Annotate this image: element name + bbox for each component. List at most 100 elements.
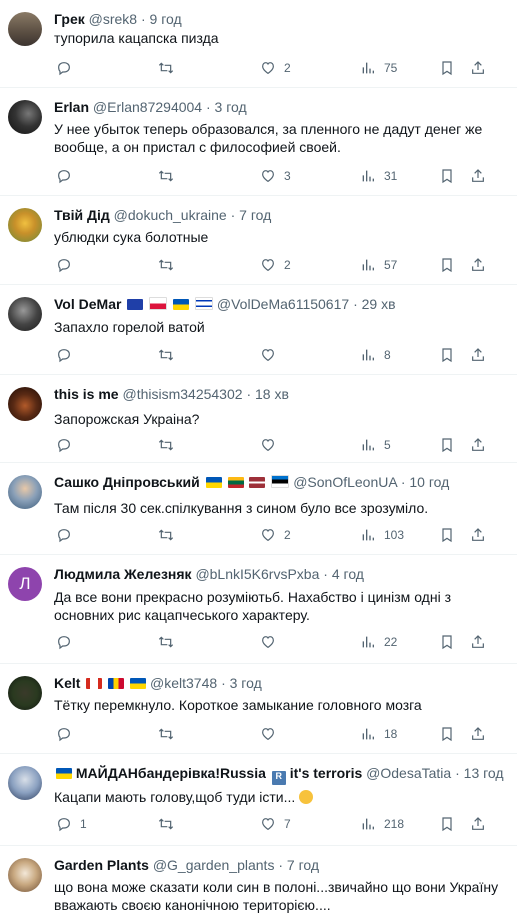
reply-button[interactable] bbox=[56, 168, 80, 184]
author-name[interactable]: Erlan bbox=[54, 99, 89, 115]
avatar[interactable]: Л bbox=[8, 567, 42, 601]
timestamp[interactable]: 29 хв bbox=[362, 296, 396, 312]
like-button[interactable]: 2 bbox=[260, 527, 291, 543]
reply-tweet[interactable]: Erlan @Erlan87294004 · 3 год У нее убыто… bbox=[0, 88, 517, 196]
retweet-button[interactable] bbox=[158, 726, 182, 742]
like-button[interactable] bbox=[260, 634, 284, 650]
avatar[interactable] bbox=[8, 858, 42, 892]
reply-button[interactable] bbox=[56, 726, 80, 742]
views-button[interactable]: 103 bbox=[360, 527, 404, 543]
reply-button[interactable] bbox=[56, 60, 80, 76]
bookmark-button[interactable] bbox=[439, 634, 455, 650]
share-button[interactable] bbox=[470, 347, 486, 363]
share-button[interactable] bbox=[470, 257, 486, 273]
views-button[interactable]: 57 bbox=[360, 257, 397, 273]
retweet-button[interactable] bbox=[158, 60, 182, 76]
timestamp[interactable]: 7 год bbox=[287, 857, 319, 873]
reply-tweet[interactable]: Л Людмила Железняк @bLnkI5K6rvsPxba · 4 … bbox=[0, 555, 517, 664]
author-handle[interactable]: @bLnkI5K6rvsPxba bbox=[195, 566, 319, 582]
reply-tweet[interactable]: Сашко Дніпровський @SonOfLeonUA · 10 год… bbox=[0, 463, 517, 555]
author-name[interactable]: Грек bbox=[54, 11, 85, 27]
reply-button[interactable] bbox=[56, 437, 80, 453]
reply-tweet[interactable]: Грек @srek8 · 9 год тупорила кацапска пи… bbox=[0, 0, 517, 88]
author-name[interactable]: МАЙДАНбандерівка!Russia bbox=[76, 765, 266, 781]
like-button[interactable]: 2 bbox=[260, 257, 291, 273]
reply-button[interactable] bbox=[56, 257, 80, 273]
like-button[interactable]: 7 bbox=[260, 816, 291, 832]
timestamp[interactable]: 18 хв bbox=[255, 386, 289, 402]
author-name[interactable]: Vol DeMar bbox=[54, 296, 121, 312]
reply-button[interactable] bbox=[56, 634, 80, 650]
like-button[interactable]: 3 bbox=[260, 168, 291, 184]
author-name[interactable]: Сашко Дніпровський bbox=[54, 474, 200, 490]
share-button[interactable] bbox=[470, 60, 486, 76]
like-button[interactable] bbox=[260, 437, 284, 453]
views-button[interactable]: 31 bbox=[360, 168, 397, 184]
timestamp[interactable]: 3 год bbox=[230, 675, 262, 691]
like-button[interactable]: 2 bbox=[260, 60, 291, 76]
reply-tweet[interactable]: Vol DeMar @VolDeMa61150617 · 29 хв Запах… bbox=[0, 285, 517, 375]
views-button[interactable]: 18 bbox=[360, 726, 397, 742]
author-handle[interactable]: @thisism34254302 bbox=[122, 386, 242, 402]
bookmark-button[interactable] bbox=[439, 347, 455, 363]
share-button[interactable] bbox=[470, 437, 486, 453]
views-button[interactable]: 8 bbox=[360, 347, 391, 363]
author-name[interactable]: Garden Plants bbox=[54, 857, 149, 873]
share-button[interactable] bbox=[470, 527, 486, 543]
retweet-button[interactable] bbox=[158, 634, 182, 650]
bookmark-button[interactable] bbox=[439, 726, 455, 742]
like-button[interactable] bbox=[260, 347, 284, 363]
timestamp[interactable]: 13 год bbox=[464, 765, 504, 781]
bookmark-button[interactable] bbox=[439, 257, 455, 273]
reply-tweet[interactable]: МАЙДАНбандерівка!Russia R it's terroris … bbox=[0, 754, 517, 846]
views-button[interactable]: 5 bbox=[360, 437, 391, 453]
avatar[interactable] bbox=[8, 387, 42, 421]
timestamp[interactable]: 4 год bbox=[332, 566, 364, 582]
avatar[interactable] bbox=[8, 208, 42, 242]
retweet-button[interactable] bbox=[158, 527, 182, 543]
reply-tweet[interactable]: this is me @thisism34254302 · 18 хв Запо… bbox=[0, 375, 517, 463]
avatar[interactable] bbox=[8, 12, 42, 46]
timestamp[interactable]: 10 год bbox=[409, 474, 449, 490]
author-handle[interactable]: @kelt3748 bbox=[150, 675, 217, 691]
like-button[interactable] bbox=[260, 726, 284, 742]
reply-tweet[interactable]: Garden Plants @G_garden_plants · 7 год щ… bbox=[0, 846, 517, 920]
timestamp[interactable]: 7 год bbox=[239, 207, 271, 223]
reply-button[interactable] bbox=[56, 527, 80, 543]
avatar[interactable] bbox=[8, 676, 42, 710]
retweet-button[interactable] bbox=[158, 437, 182, 453]
author-handle[interactable]: @dokuch_ukraine bbox=[114, 207, 227, 223]
author-handle[interactable]: @Erlan87294004 bbox=[93, 99, 202, 115]
bookmark-button[interactable] bbox=[439, 168, 455, 184]
author-handle[interactable]: @VolDeMa61150617 bbox=[217, 296, 349, 312]
bookmark-button[interactable] bbox=[439, 816, 455, 832]
share-button[interactable] bbox=[470, 168, 486, 184]
share-button[interactable] bbox=[470, 634, 486, 650]
timestamp[interactable]: 3 год bbox=[215, 99, 247, 115]
avatar[interactable] bbox=[8, 766, 42, 800]
views-button[interactable]: 22 bbox=[360, 634, 397, 650]
author-handle[interactable]: @srek8 bbox=[89, 11, 137, 27]
reply-button[interactable] bbox=[56, 347, 80, 363]
author-name-suffix[interactable]: it's terroris bbox=[290, 765, 363, 781]
author-handle[interactable]: @SonOfLeonUA bbox=[293, 474, 397, 490]
avatar[interactable] bbox=[8, 100, 42, 134]
avatar[interactable] bbox=[8, 475, 42, 509]
retweet-button[interactable] bbox=[158, 816, 182, 832]
retweet-button[interactable] bbox=[158, 257, 182, 273]
views-button[interactable]: 218 bbox=[360, 816, 404, 832]
author-name[interactable]: Kelt bbox=[54, 675, 80, 691]
avatar[interactable] bbox=[8, 297, 42, 331]
bookmark-button[interactable] bbox=[439, 60, 455, 76]
author-name[interactable]: Людмила Железняк bbox=[54, 566, 192, 582]
author-handle[interactable]: @G_garden_plants bbox=[153, 857, 275, 873]
author-name[interactable]: Твій Дід bbox=[54, 207, 110, 223]
timestamp[interactable]: 9 год bbox=[150, 11, 182, 27]
author-handle[interactable]: @OdesaTatia bbox=[366, 765, 451, 781]
share-button[interactable] bbox=[470, 816, 486, 832]
retweet-button[interactable] bbox=[158, 168, 182, 184]
reply-button[interactable]: 1 bbox=[56, 816, 87, 832]
share-button[interactable] bbox=[470, 726, 486, 742]
views-button[interactable]: 75 bbox=[360, 60, 397, 76]
reply-tweet[interactable]: Твій Дід @dokuch_ukraine · 7 год ублюдки… bbox=[0, 196, 517, 285]
